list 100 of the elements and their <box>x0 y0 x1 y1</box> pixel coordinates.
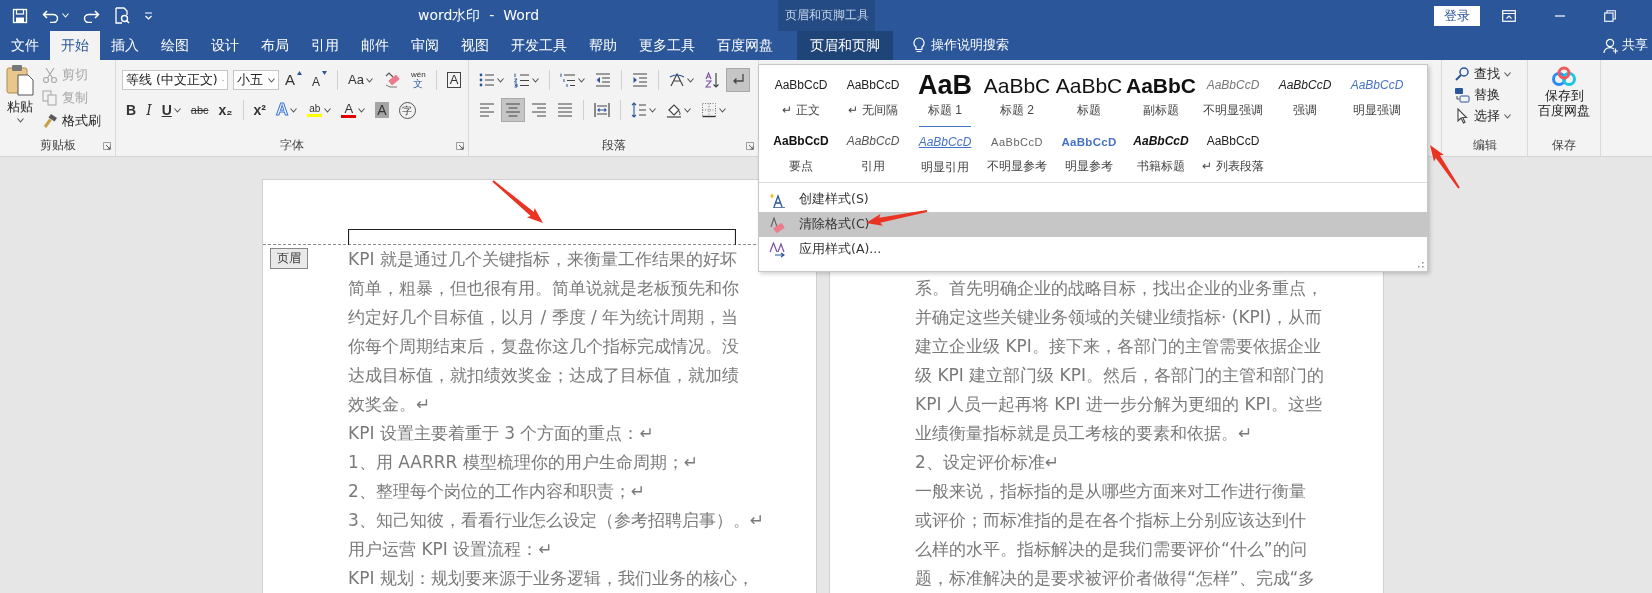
format-painter-icon <box>42 113 58 129</box>
style-command[interactable]: 清除格式(C) <box>759 212 1427 237</box>
shrink-font-button[interactable]: A <box>308 68 332 92</box>
body-paragraph: 2、设定评价标准↵ <box>915 451 1060 474</box>
style-command[interactable]: 创建样式(S) <box>759 187 1427 212</box>
character-shading-button[interactable]: A <box>371 98 393 122</box>
center-button[interactable] <box>501 98 525 122</box>
print-preview-icon <box>114 7 130 24</box>
group-label: 段落 <box>601 136 626 154</box>
body-paragraph: 系。首先明确企业的战略目标，找出企业的业务重点， 并确定这些关键业务领域的关键业绩指标· (KPI)，从而 建立企业级 KPI。接下来，各部门的主管需要依据企业 级 KPI 建立部门级 KPI。然后，各部门的主管和部门的 KPI 人员一起再将 KPI 进一步分解为更细的 KPI。这些 业绩衡量指标就是员工考核的要素和依据。↵ <box>915 277 1325 445</box>
subscript-button[interactable]: x₂ <box>214 98 237 122</box>
replace-button[interactable]: 替换 <box>1452 85 1513 105</box>
customize-icon <box>144 11 153 20</box>
dialog-launcher-icon <box>746 142 754 150</box>
style-gallery-item[interactable]: AaBbCcD 引用 <box>837 126 909 178</box>
increase-indent-icon <box>632 72 648 88</box>
ribbon-tab[interactable]: 视图 <box>450 31 500 60</box>
style-gallery-item[interactable]: AaBbCcD 明显参考 <box>1053 126 1125 178</box>
body-paragraph: KPI 设置主要着重于 3 个方面的重点：↵ <box>348 422 654 445</box>
body-paragraph: 1、用 AARRR 模型梳理你的用户生命周期；↵ <box>348 451 699 474</box>
body-paragraph: 用户运营 KPI 设置流程：↵ <box>348 538 553 561</box>
save-icon <box>12 7 28 24</box>
underline-button[interactable]: U <box>157 98 185 122</box>
body-paragraph: KPI 就是通过几个关键指标，来衡量工作结果的好坏 简单，粗暴，但也很有用。简单说就是老板预先和你 约定好几个目标值，以月 / 季度 / 年为统计周期，当 你每个周期结束后，复盘你这几个指标完成情况。没 达成目标值，就扣绩效奖金；达成了目标值，就加绩 效奖金。↵ <box>348 248 739 416</box>
font-size-field[interactable]: 小五 <box>233 70 279 90</box>
ribbon-tab[interactable]: 开始 <box>50 31 100 60</box>
tell-me-search[interactable]: 操作说明搜索 <box>931 37 1009 54</box>
style-gallery-item[interactable]: AaBbCcD 不明显强调 <box>1197 70 1269 122</box>
ribbon-tab[interactable]: 文件 <box>0 31 50 60</box>
style-gallery-item[interactable]: AaB 标题 1 <box>909 70 981 122</box>
find-button[interactable]: 查找 <box>1452 64 1513 84</box>
caret-icon <box>16 118 24 123</box>
replace-icon <box>1454 87 1470 103</box>
style-gallery-item[interactable]: AaBbC 标题 <box>1053 70 1125 122</box>
ribbon-tab[interactable]: 布局 <box>250 31 300 60</box>
style-gallery-item[interactable]: AaBbC 副标题 <box>1125 70 1197 122</box>
paste-button[interactable]: 粘贴 <box>0 60 40 134</box>
ribbon-tab[interactable]: 帮助 <box>578 31 628 60</box>
ribbon-tab[interactable]: 邮件 <box>350 31 400 60</box>
style-gallery-item[interactable]: AaBbCcD ↵ 无间隔 <box>837 70 909 122</box>
font-color-button[interactable]: A <box>337 98 370 122</box>
header-tag: 页眉 <box>270 248 308 269</box>
highlight-button[interactable]: ab <box>303 98 336 122</box>
sign-in-button[interactable]: 登录 <box>1434 5 1480 26</box>
body-paragraph: 2、整理每个岗位的工作内容和职责；↵ <box>348 480 646 503</box>
bold-button[interactable]: B <box>122 98 141 122</box>
ribbon-tab[interactable]: 设计 <box>200 31 250 60</box>
annotation-arrow <box>492 180 543 223</box>
phonetic-guide-button[interactable]: wén 文 <box>406 68 430 92</box>
up-triangle-icon <box>297 71 302 75</box>
search-icon <box>1454 66 1470 82</box>
ribbon-tab[interactable]: 更多工具 <box>628 31 706 60</box>
style-gallery-item[interactable]: AaBbCcD 书籍标题 <box>1125 126 1197 178</box>
cursor-icon <box>1454 108 1470 124</box>
align-left-icon <box>479 102 495 118</box>
ribbon-tab[interactable]: 审阅 <box>400 31 450 60</box>
ribbon-tab[interactable]: 百度网盘 <box>706 31 784 60</box>
ribbon-display-options-icon <box>1502 9 1516 22</box>
person-add-icon <box>1603 37 1619 54</box>
paint-bucket-icon <box>666 102 682 118</box>
dialog-launcher-icon <box>103 142 111 150</box>
select-button[interactable]: 选择 <box>1452 106 1513 126</box>
save-to-cloud-button[interactable]: 保存到 百度网盘 <box>1532 60 1596 134</box>
window-title: word水印 - Word <box>417 6 541 25</box>
copy-icon <box>42 90 58 106</box>
change-case-button[interactable]: Aa <box>344 68 377 92</box>
ribbon-tab[interactable]: 开发工具 <box>500 31 578 60</box>
style-gallery-item[interactable]: AaBbCcD 不明显参考 <box>981 126 1053 178</box>
painter-button[interactable]: 格式刷 <box>40 111 103 131</box>
superscript-button[interactable]: x² <box>249 98 270 122</box>
style-gallery-item[interactable]: AaBbC 标题 2 <box>981 70 1053 122</box>
style-gallery-item[interactable]: AaBbCcD 明显引用 <box>909 126 981 178</box>
font-name-field[interactable]: 等线 (中文正文) <box>122 70 228 90</box>
style-gallery-item[interactable]: AaBbCcD ↵ 正文 <box>765 70 837 122</box>
align-center-icon <box>505 102 521 118</box>
grow-font-button[interactable]: A <box>281 68 306 92</box>
group-label: 编辑 <box>1472 136 1497 154</box>
show-marks-button[interactable] <box>726 68 750 92</box>
undo-icon <box>42 8 59 23</box>
character-border-button[interactable]: A <box>442 68 466 92</box>
style-gallery-item[interactable]: AaBbCcD ↵ 列表段落 <box>1197 126 1269 178</box>
group-label: 剪贴板 <box>39 136 76 154</box>
strikethrough-button[interactable]: abc <box>186 98 213 122</box>
ribbon-tab[interactable]: 引用 <box>300 31 350 60</box>
style-gallery-item[interactable]: AaBbCcD 要点 <box>765 126 837 178</box>
ribbon-tab[interactable]: 插入 <box>100 31 150 60</box>
style-gallery-item[interactable]: AaBbCcD 明显强调 <box>1341 70 1413 122</box>
decrease-indent-icon <box>595 72 611 88</box>
body-paragraph: 一般来说，指标指的是从哪些方面来对工作进行衡量 或评价；而标准指的是在各个指标上分别应该达到什 么样的水平。指标解决的是我们需要评价“什么”的问 题，标准解决的是要求被评价者做得“怎样”、完成“多 <box>915 480 1316 590</box>
eraser-icon <box>769 216 785 233</box>
new-style-icon <box>769 191 785 208</box>
ribbon-tab[interactable]: 页眉和页脚 <box>797 31 893 60</box>
style-command[interactable]: 应用样式(A)... <box>759 237 1427 262</box>
italic-button[interactable]: I <box>142 98 156 122</box>
share-button[interactable]: 共享 <box>1622 37 1648 54</box>
ribbon-tab[interactable]: 绘图 <box>150 31 200 60</box>
style-gallery-item[interactable]: AaBbCcD 强调 <box>1269 70 1341 122</box>
group-label: 保存 <box>1552 136 1576 154</box>
contextual-tab-group-title: 页眉和页脚工具 <box>778 0 875 31</box>
distributed-icon <box>594 102 610 118</box>
